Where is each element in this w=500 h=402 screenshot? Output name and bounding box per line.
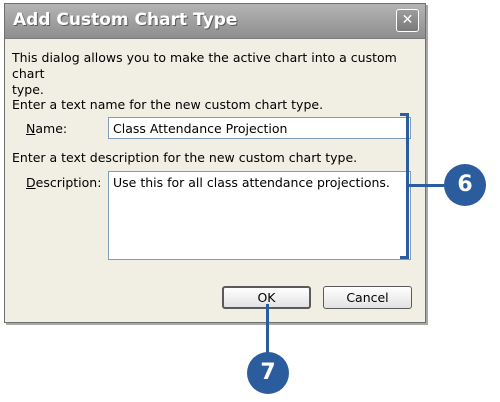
callout-7-badge: 7 <box>247 352 289 394</box>
intro-text: This dialog allows you to make the activ… <box>12 50 425 98</box>
callout-7-connector <box>266 304 269 354</box>
name-label: Name: <box>26 121 67 136</box>
close-icon: ✕ <box>401 12 414 28</box>
description-label: Description: <box>26 175 101 190</box>
description-label-accelerator: D <box>26 175 36 190</box>
title-bar[interactable]: Add Custom Chart Type ✕ <box>5 4 425 39</box>
description-label-text: escription: <box>35 175 102 190</box>
description-field-value: Use this for all class attendance projec… <box>113 175 390 190</box>
add-custom-chart-type-dialog: Add Custom Chart Type ✕ This dialog allo… <box>4 3 426 323</box>
dialog-title: Add Custom Chart Type <box>13 10 238 30</box>
name-field[interactable]: Class Attendance Projection <box>108 117 411 139</box>
description-field[interactable]: Use this for all class attendance projec… <box>108 171 411 260</box>
intro-line-2: type. <box>12 82 44 97</box>
name-field-value: Class Attendance Projection <box>113 121 288 136</box>
callout-6-bracket <box>400 113 409 259</box>
intro-line-1: This dialog allows you to make the activ… <box>12 50 397 81</box>
name-prompt: Enter a text name for the new custom cha… <box>12 97 324 112</box>
name-label-accelerator: N <box>26 121 36 136</box>
callout-6-connector <box>409 184 445 187</box>
callout-6-badge: 6 <box>444 164 486 206</box>
description-prompt: Enter a text description for the new cus… <box>12 150 358 165</box>
name-label-text: ame: <box>35 121 68 136</box>
close-button[interactable]: ✕ <box>396 9 419 32</box>
cancel-button[interactable]: Cancel <box>323 286 412 309</box>
